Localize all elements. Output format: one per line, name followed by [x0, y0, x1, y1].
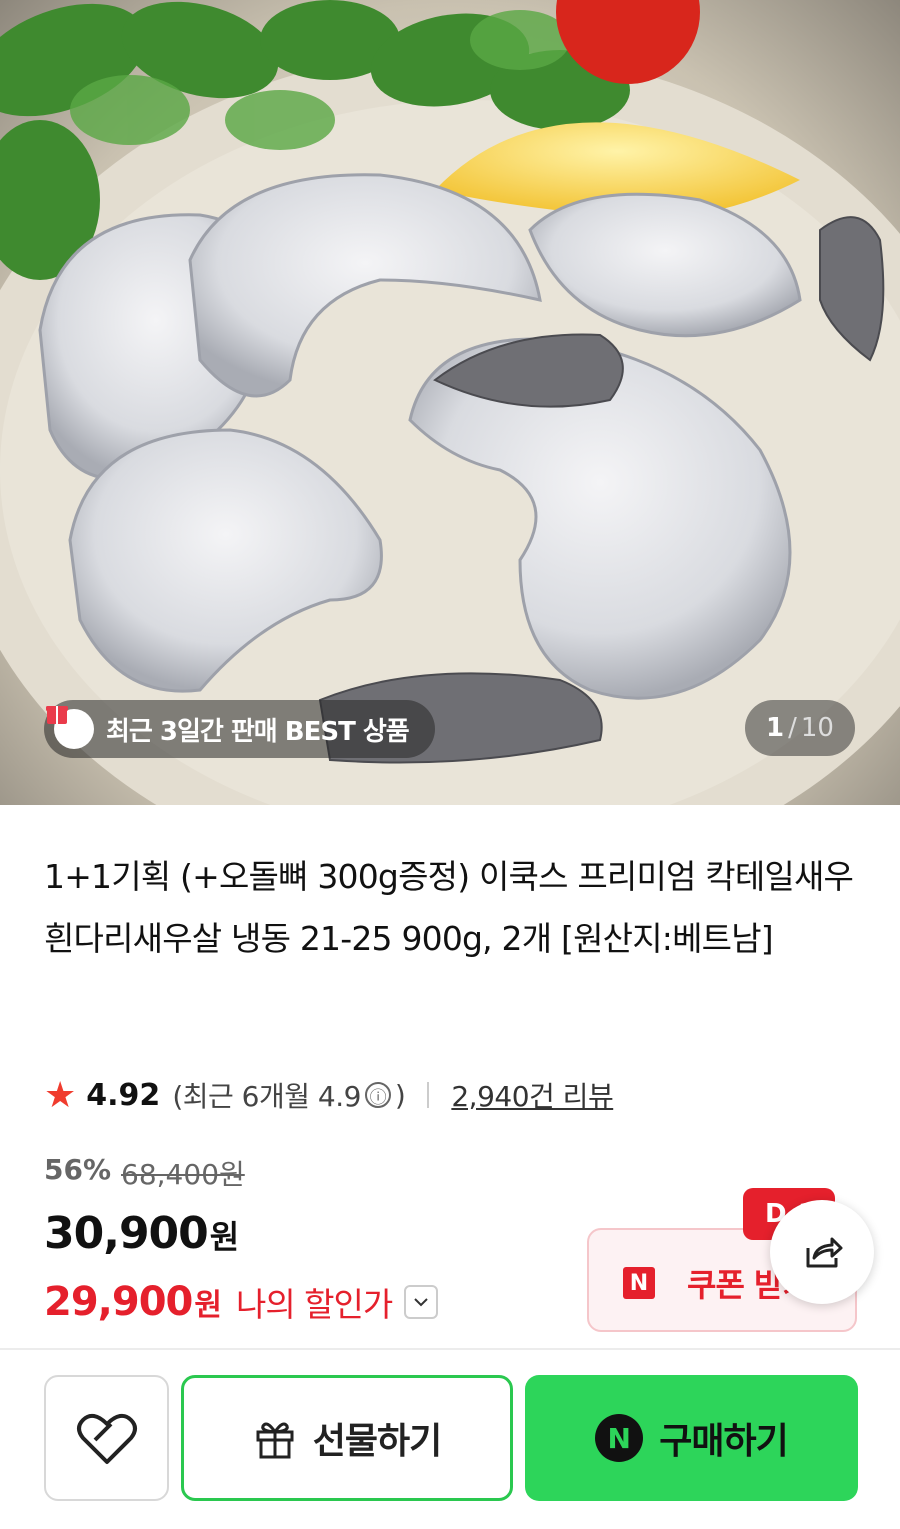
- gift-button[interactable]: 선물하기: [181, 1375, 513, 1501]
- recent-rating-text: (최근 6개월 4.9: [172, 1080, 361, 1113]
- star-icon: ★: [44, 1074, 77, 1116]
- image-counter-separator: /: [788, 713, 797, 743]
- discount-row: 56% 68,400원: [44, 1153, 245, 1193]
- my-price-label: 나의 할인가: [235, 1285, 393, 1324]
- image-counter-total: 10: [800, 713, 834, 743]
- gift-box-icon: [256, 1422, 294, 1459]
- product-detail-page: 최근 3일간 판매 BEST 상품 1 / 10 1+1기획 (+오돌뼈 300…: [0, 0, 900, 1529]
- discount-rate: 56%: [44, 1153, 112, 1186]
- original-price: 68,400원: [121, 1158, 245, 1191]
- best-seller-text: 최근 3일간 판매 BEST 상품: [106, 716, 410, 747]
- naver-pay-icon: N: [595, 1414, 644, 1462]
- heart-icon: [76, 1413, 137, 1464]
- chevron-down-icon[interactable]: [404, 1285, 439, 1319]
- info-icon[interactable]: ⓘ: [364, 1082, 391, 1108]
- rating-score: 4.92: [86, 1077, 161, 1113]
- buy-button-label: 구매하기: [659, 1421, 788, 1462]
- best-seller-badge: 최근 3일간 판매 BEST 상품: [44, 700, 435, 758]
- rating-divider: [427, 1082, 430, 1108]
- rating-row: ★ 4.92 (최근 6개월 4.9 ⓘ ) 2,940건 리뷰: [44, 1072, 614, 1118]
- product-image-carousel[interactable]: 최근 3일간 판매 BEST 상품 1 / 10: [0, 0, 900, 805]
- bottom-bar-divider: [0, 1348, 900, 1350]
- my-price-value: 29,900: [44, 1279, 193, 1325]
- review-count-link[interactable]: 2,940건 리뷰: [451, 1075, 613, 1115]
- gift-icon: [46, 706, 94, 749]
- naver-n-icon: N: [623, 1267, 655, 1299]
- my-price-unit: 원: [194, 1288, 222, 1323]
- share-button[interactable]: [770, 1200, 874, 1304]
- wishlist-button[interactable]: [44, 1375, 169, 1501]
- product-photo: [0, 0, 900, 805]
- share-icon: [806, 1237, 843, 1268]
- buy-button[interactable]: N 구매하기: [525, 1375, 858, 1501]
- recent-rating-close: ): [394, 1078, 406, 1112]
- gift-button-label: 선물하기: [312, 1421, 442, 1462]
- image-counter-current: 1: [766, 713, 785, 743]
- sale-price-value: 30,900: [44, 1208, 209, 1259]
- sale-price: 30,900 원: [44, 1208, 239, 1259]
- product-title: 1+1기획 (+오돌뼈 300g증정) 이쿡스 프리미엄 칵테일새우 흰다리새우…: [44, 857, 854, 958]
- sale-price-unit: 원: [209, 1218, 240, 1256]
- recent-rating: (최근 6개월 4.9 ⓘ ): [172, 1075, 406, 1115]
- image-counter: 1 / 10: [745, 700, 855, 756]
- my-discount-price[interactable]: 29,900 원 나의 할인가: [44, 1278, 439, 1326]
